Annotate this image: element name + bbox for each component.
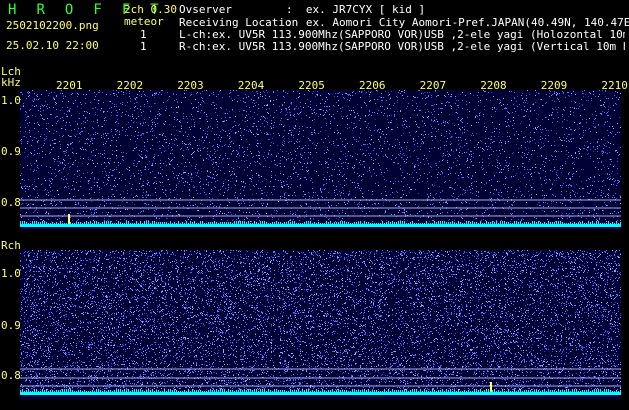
lch-spectrogram bbox=[20, 90, 621, 230]
rch-tick-label: 0.9 bbox=[1, 320, 21, 331]
meteor-echo-mark bbox=[490, 382, 492, 392]
location-value: : ex. Aomori City Aomori-Pref.JAPAN(40.4… bbox=[286, 17, 629, 28]
rch-spectrogram bbox=[20, 250, 621, 400]
lch-unit: kHz bbox=[1, 77, 21, 88]
observer-value: : ex. JR7CYX [ kid ] bbox=[286, 4, 425, 15]
filename-label: 2502102200.png bbox=[6, 20, 99, 31]
meteor-count-rch: 1 bbox=[140, 41, 147, 52]
lch-receiver-info: L-ch:ex. UV5R 113.900Mhz(SAPPORO VOR)USB… bbox=[179, 29, 625, 40]
meteor-echo-mark bbox=[68, 214, 70, 224]
rch-spectrogram-canvas bbox=[20, 250, 621, 400]
datetime-label: 25.02.10 22:00 bbox=[6, 40, 99, 51]
meteor-count-lch: 1 bbox=[140, 29, 147, 40]
lch-tick-label: 0.8 bbox=[1, 197, 21, 208]
version-label: 2ch 0.30 bbox=[124, 4, 177, 15]
lch-tick-label: 0.9 bbox=[1, 146, 21, 157]
meteor-label: meteor bbox=[124, 16, 164, 27]
rch-tick-label: 0.8 bbox=[1, 370, 21, 381]
rch-receiver-info: R-ch:ex. UV5R 113.900Mhz(SAPPORO VOR)USB… bbox=[179, 41, 625, 52]
signal-baseline bbox=[20, 224, 621, 227]
lch-spectrogram-canvas bbox=[20, 90, 621, 230]
observer-label: Ovserver bbox=[179, 4, 232, 15]
lch-tick-label: 1.0 bbox=[1, 95, 21, 106]
location-label: Receiving Location bbox=[179, 17, 298, 28]
rch-title: Rch bbox=[1, 240, 21, 251]
signal-baseline bbox=[20, 392, 621, 395]
rch-tick-label: 1.0 bbox=[1, 268, 21, 279]
